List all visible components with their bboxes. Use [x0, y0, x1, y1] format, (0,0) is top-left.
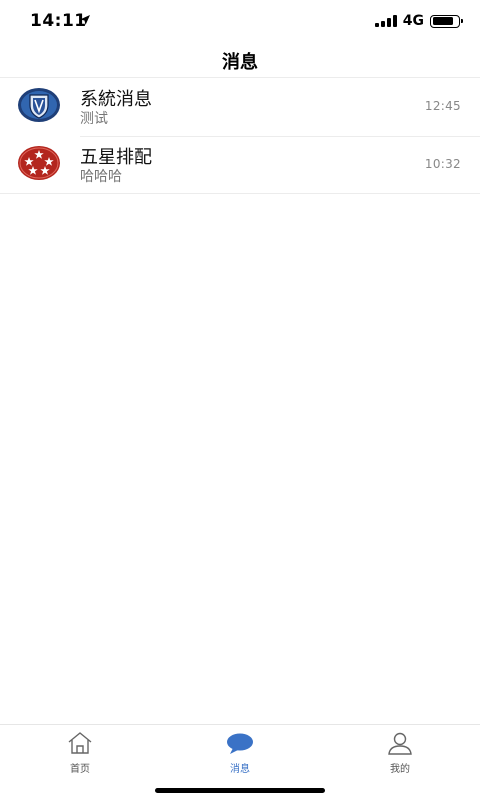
- signal-strength-icon: [374, 15, 397, 27]
- chat-bubble-icon: [227, 733, 253, 754]
- message-time: 10:32: [424, 157, 461, 171]
- message-time: 12:45: [424, 99, 461, 113]
- message-list: 系統消息 测试 12:45 五星排配 哈哈哈 10:32: [0, 78, 480, 194]
- tab-label: 首页: [70, 764, 90, 775]
- tab-messages[interactable]: 消息: [200, 731, 280, 779]
- tab-label: 我的: [390, 764, 410, 775]
- status-indicators: 4G: [374, 13, 463, 29]
- network-type: 4G: [402, 13, 424, 29]
- five-stars-icon: [18, 146, 60, 180]
- message-preview: 哈哈哈: [80, 169, 122, 185]
- message-row-stars[interactable]: 五星排配 哈哈哈 10:32: [0, 136, 480, 194]
- home-indicator[interactable]: [155, 788, 325, 793]
- tab-profile[interactable]: 我的: [360, 731, 440, 779]
- tab-label: 消息: [230, 764, 250, 775]
- page-title: 消息: [222, 52, 258, 73]
- person-icon: [388, 732, 412, 755]
- shield-icon: [18, 88, 60, 122]
- tab-home[interactable]: 首页: [40, 731, 120, 779]
- status-bar: 14:11 4G: [0, 0, 480, 44]
- home-icon: [68, 732, 92, 754]
- message-preview: 测试: [80, 111, 108, 127]
- battery-level: [432, 17, 453, 25]
- battery-icon: [430, 14, 463, 28]
- message-row-system[interactable]: 系統消息 测试 12:45: [0, 78, 480, 136]
- nav-bar: 消息: [0, 44, 480, 78]
- location-arrow-icon: [80, 15, 90, 25]
